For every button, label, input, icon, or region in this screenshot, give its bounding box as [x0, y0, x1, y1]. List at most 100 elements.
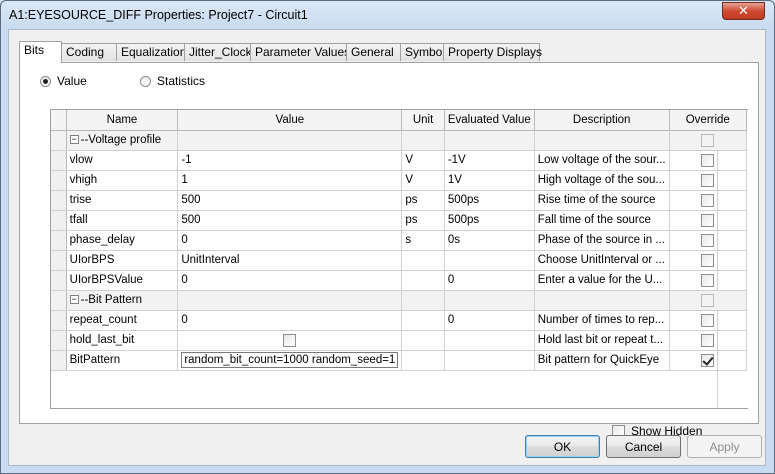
row-header[interactable]	[51, 210, 67, 231]
override-checkbox[interactable]	[701, 133, 715, 147]
row-header[interactable]	[51, 270, 67, 291]
cell-override[interactable]	[669, 350, 748, 371]
value-edit-field[interactable]: random_bit_count=1000 random_seed=1	[181, 352, 399, 368]
table-row[interactable]: repeat_count 0 0 Number of times to rep...	[51, 310, 748, 331]
radio-value[interactable]: Value	[40, 74, 87, 88]
collapse-icon[interactable]: −	[69, 135, 79, 145]
table-row[interactable]: phase_delay 0 s 0s Phase of the source in ..…	[51, 230, 748, 251]
tab-parameter-values[interactable]: Parameter Values	[250, 43, 350, 61]
table-row[interactable]: vhigh 1 V 1V High voltage of the sou...	[51, 170, 748, 191]
cell-name[interactable]: hold_last_bit	[66, 330, 179, 351]
column-header-evaluated-value[interactable]: Evaluated Value	[444, 110, 535, 131]
column-header-description[interactable]: Description	[534, 110, 670, 131]
cell-name[interactable]: phase_delay	[66, 230, 179, 251]
override-checkbox[interactable]	[701, 233, 715, 247]
group-row[interactable]: − --Bit Pattern	[51, 290, 748, 311]
cell-name[interactable]: vlow	[66, 150, 179, 171]
column-header-name[interactable]: Name	[66, 110, 179, 131]
column-header-unit[interactable]: Unit	[401, 110, 445, 131]
apply-button[interactable]: Apply	[687, 435, 762, 458]
table-row[interactable]: BitPattern random_bit_count=1000 random_s…	[51, 350, 748, 371]
cell-override[interactable]	[669, 130, 748, 151]
title-bar[interactable]: A1:EYESOURCE_DIFF Properties: Project7 -…	[1, 1, 774, 29]
radio-statistics[interactable]: Statistics	[140, 74, 205, 88]
cell-value[interactable]: UnitInterval	[177, 250, 403, 271]
override-checkbox[interactable]	[701, 273, 715, 287]
tab-bits[interactable]: Bits	[19, 41, 62, 63]
table-row[interactable]: tfall 500 ps 500ps Fall time of the source	[51, 210, 748, 231]
cell-name[interactable]: − --Bit Pattern	[66, 290, 179, 311]
cell-override[interactable]	[669, 310, 748, 331]
cell-value[interactable]: -1	[177, 150, 403, 171]
override-checkbox[interactable]	[701, 293, 715, 307]
cell-override[interactable]	[669, 330, 748, 351]
column-header-override[interactable]: Override	[669, 110, 748, 131]
cell-value[interactable]	[177, 290, 403, 311]
table-row[interactable]: UIorBPSValue 0 0 Enter a value for the U...	[51, 270, 748, 291]
cell-name[interactable]: UIorBPS	[66, 250, 179, 271]
table-row[interactable]: UIorBPS UnitInterval Choose UnitInterval o…	[51, 250, 748, 271]
tab-equalization[interactable]: Equalization	[116, 43, 186, 61]
cancel-button[interactable]: Cancel	[606, 435, 681, 458]
override-checkbox[interactable]	[701, 173, 715, 187]
cell-value[interactable]	[177, 130, 403, 151]
cell-override[interactable]	[669, 230, 748, 251]
override-checkbox[interactable]	[701, 353, 715, 367]
close-button[interactable]: ✕	[722, 2, 765, 20]
cell-name[interactable]: BitPattern	[66, 350, 179, 371]
row-header[interactable]	[51, 290, 67, 311]
row-header[interactable]	[51, 250, 67, 271]
cell-override[interactable]	[669, 150, 748, 171]
row-header[interactable]	[51, 350, 67, 371]
row-header[interactable]	[51, 130, 67, 151]
tab-jitter-clock[interactable]: Jitter_Clock	[184, 43, 252, 61]
cell-value[interactable]: 500	[177, 210, 403, 231]
cell-value[interactable]: 1	[177, 170, 403, 191]
row-header[interactable]	[51, 190, 67, 211]
cell-value[interactable]: 500	[177, 190, 403, 211]
tab-coding[interactable]: Coding	[61, 43, 117, 61]
row-header[interactable]	[51, 310, 67, 331]
row-header[interactable]	[51, 150, 67, 171]
cell-name[interactable]: − --Voltage profile	[66, 130, 179, 151]
cell-override[interactable]	[669, 290, 748, 311]
collapse-icon[interactable]: −	[69, 295, 79, 305]
column-header-value[interactable]: Value	[177, 110, 403, 131]
radio-statistics-indicator[interactable]	[140, 75, 151, 87]
cell-override[interactable]	[669, 270, 748, 291]
row-header[interactable]	[51, 230, 67, 251]
cell-value[interactable]: 0	[177, 270, 403, 291]
cell-value[interactable]	[177, 330, 403, 351]
override-checkbox[interactable]	[701, 213, 715, 227]
override-checkbox[interactable]	[701, 333, 715, 347]
cell-override[interactable]	[669, 250, 748, 271]
value-checkbox[interactable]	[283, 333, 297, 347]
cell-name[interactable]: trise	[66, 190, 179, 211]
override-checkbox[interactable]	[701, 193, 715, 207]
cell-value[interactable]: 0	[177, 230, 403, 251]
group-row[interactable]: − --Voltage profile	[51, 130, 748, 151]
cell-name-text: tfall	[69, 214, 88, 226]
override-checkbox[interactable]	[701, 253, 715, 267]
cell-name[interactable]: UIorBPSValue	[66, 270, 179, 291]
cell-value[interactable]: 0	[177, 310, 403, 331]
cell-override[interactable]	[669, 210, 748, 231]
cell-name[interactable]: vhigh	[66, 170, 179, 191]
cell-value[interactable]: random_bit_count=1000 random_seed=1	[177, 350, 403, 371]
table-row[interactable]: vlow -1 V -1V Low voltage of the sour...	[51, 150, 748, 171]
tab-general[interactable]: General	[346, 43, 401, 61]
radio-value-indicator[interactable]	[40, 75, 51, 87]
cell-override[interactable]	[669, 190, 748, 211]
tab-property-displays[interactable]: Property Displays	[443, 43, 542, 61]
row-header[interactable]	[51, 330, 67, 351]
override-checkbox[interactable]	[701, 153, 715, 167]
override-checkbox[interactable]	[701, 313, 715, 327]
table-row[interactable]: hold_last_bit Hold last bit or repeat t..…	[51, 330, 748, 351]
cell-name[interactable]: repeat_count	[66, 310, 179, 331]
cell-name[interactable]: tfall	[66, 210, 179, 231]
table-row[interactable]: trise 500 ps 500ps Rise time of the source	[51, 190, 748, 211]
ok-button[interactable]: OK	[525, 435, 600, 458]
tab-symbol[interactable]: Symbol	[400, 43, 445, 61]
row-header[interactable]	[51, 170, 67, 191]
cell-override[interactable]	[669, 170, 748, 191]
